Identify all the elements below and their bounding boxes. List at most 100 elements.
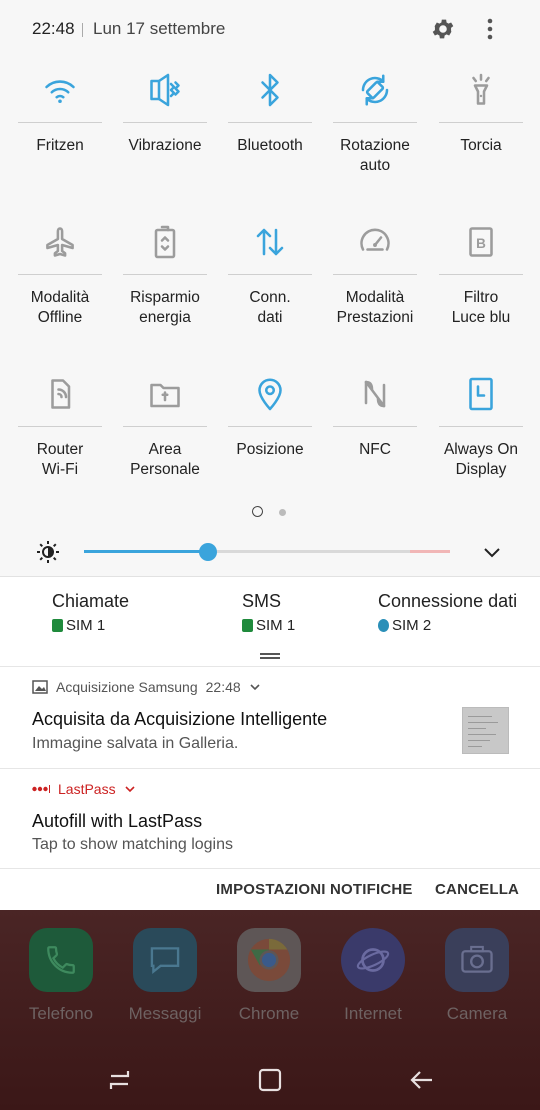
notification-actions: IMPOSTAZIONI NOTIFICHE CANCELLA: [0, 868, 540, 910]
notification-lastpass[interactable]: LastPass Autofill with LastPass Tap to s…: [0, 768, 540, 868]
quick-tile-always-on-display[interactable]: Always On Display: [431, 364, 531, 504]
tile-label: Risparmio energia: [130, 289, 200, 326]
tile-divider: [439, 122, 523, 123]
quick-tile-speedometer[interactable]: Modalità Prestazioni: [325, 212, 425, 352]
data-arrows-icon: [250, 222, 290, 262]
tile-label: Bluetooth: [237, 137, 303, 154]
clock: 22:48: [32, 19, 75, 38]
more-options-icon[interactable]: [478, 16, 502, 42]
quick-tile-blue-light-filter[interactable]: B Filtro Luce blu: [431, 212, 531, 352]
settings-gear-icon[interactable]: [430, 16, 456, 42]
home-button-icon[interactable]: [256, 1066, 284, 1094]
vibrate-icon: [145, 70, 185, 110]
tile-label: Always On Display: [443, 441, 519, 478]
dock-app-messaggi[interactable]: Messaggi: [129, 928, 201, 1024]
sim-data-title: Connessione dati: [378, 591, 518, 611]
brightness-slider-thumb[interactable]: [199, 543, 218, 561]
tile-divider: [333, 122, 417, 123]
tile-label: Conn. dati: [249, 289, 291, 326]
notification-header: LastPass: [32, 781, 136, 797]
tile-label: Router Wi-Fi: [36, 441, 84, 478]
sim-data-value: SIM 2: [392, 617, 432, 634]
svg-text:B: B: [476, 236, 486, 251]
quick-tile-airplane[interactable]: Modalità Offline: [10, 212, 110, 352]
sim-sms-value: SIM 1: [256, 617, 296, 634]
sim-sms[interactable]: SMS SIM 1: [242, 591, 295, 634]
lastpass-dots-icon: [32, 785, 50, 793]
tile-divider: [228, 122, 312, 123]
phone-sim-icon: [242, 619, 253, 632]
sim-data[interactable]: Connessione dati SIM 2: [378, 591, 517, 634]
chevron-down-icon[interactable]: [249, 682, 261, 692]
phone-icon: [29, 928, 93, 992]
tile-label: Vibrazione: [128, 137, 202, 154]
recent-apps-icon[interactable]: [106, 1066, 134, 1094]
tile-divider: [228, 426, 312, 427]
notification-text: Tap to show matching logins: [32, 836, 233, 853]
dock-app-telefono[interactable]: Telefono: [26, 928, 96, 1024]
app-label: Messaggi: [128, 1004, 202, 1023]
image-icon: [32, 680, 48, 694]
notification-app-name: Acquisizione Samsung: [56, 679, 198, 695]
page-dot-active: [252, 506, 263, 517]
globe-sim-icon: [378, 619, 389, 632]
dock-app-camera[interactable]: Camera: [442, 928, 512, 1024]
speedometer-icon: [355, 222, 395, 262]
nfc-icon: [355, 374, 395, 414]
brightness-slider-track[interactable]: [84, 550, 450, 553]
battery-saver-icon: [145, 222, 185, 262]
quick-tile-rotation[interactable]: Rotazione auto: [325, 60, 425, 200]
notification-settings-button[interactable]: IMPOSTAZIONI NOTIFICHE: [216, 881, 413, 898]
brightness-icon: [37, 541, 59, 563]
sim-calls-title: Chiamate: [52, 591, 130, 611]
app-label: Chrome: [238, 1004, 300, 1023]
always-on-display-icon: [461, 374, 501, 414]
quick-tile-wifi[interactable]: Fritzen: [10, 60, 110, 200]
tile-divider: [439, 426, 523, 427]
quick-tile-location-pin[interactable]: Posizione: [220, 364, 320, 504]
notification-time: 22:48: [205, 679, 241, 695]
tile-label: NFC: [359, 441, 391, 458]
tile-divider: [439, 274, 523, 275]
quick-tile-bluetooth[interactable]: Bluetooth: [220, 60, 320, 200]
tile-divider: [18, 274, 102, 275]
sim-calls-value: SIM 1: [66, 617, 106, 634]
status-bar: 22:48 Lun 17 settembre: [0, 0, 540, 60]
sim-calls[interactable]: Chiamate SIM 1: [52, 591, 129, 634]
quick-tile-nfc[interactable]: NFC: [325, 364, 425, 504]
quick-tile-secure-folder[interactable]: Area Personale: [115, 364, 215, 504]
tile-divider: [123, 122, 207, 123]
hotspot-icon: [40, 374, 80, 414]
drag-handle[interactable]: [260, 653, 280, 659]
back-arrow-icon[interactable]: [408, 1066, 436, 1094]
quick-tile-flashlight[interactable]: Torcia: [431, 60, 531, 200]
internet-planet-icon: [341, 928, 405, 992]
blue-light-filter-icon: B: [461, 222, 501, 262]
tile-divider: [333, 274, 417, 275]
secure-folder-icon: [145, 374, 185, 414]
tile-label: Torcia: [460, 137, 502, 154]
notification-text: Immagine salvata in Galleria.: [32, 735, 239, 752]
dock-app-chrome[interactable]: Chrome: [234, 928, 304, 1024]
clear-all-button[interactable]: CANCELLA: [435, 881, 519, 898]
quick-tile-hotspot[interactable]: Router Wi-Fi: [10, 364, 110, 504]
tile-label: Modalità Offline: [30, 289, 90, 326]
tile-label: Filtro Luce blu: [451, 289, 511, 326]
dock-app-internet[interactable]: Internet: [338, 928, 408, 1024]
brightness-warning-zone: [410, 550, 450, 553]
tile-divider: [18, 426, 102, 427]
quick-tile-data-arrows[interactable]: Conn. dati: [220, 212, 320, 352]
screenshot-thumbnail: [462, 707, 509, 754]
page-dot: [279, 509, 286, 516]
quick-tile-battery-saver[interactable]: Risparmio energia: [115, 212, 215, 352]
chevron-down-icon[interactable]: [482, 542, 502, 562]
tile-label: Posizione: [236, 441, 304, 458]
tile-divider: [123, 426, 207, 427]
notification-screenshot[interactable]: Acquisizione Samsung 22:48 Acquisita da …: [0, 666, 540, 768]
notification-title: Acquisita da Acquisizione Intelligente: [32, 709, 328, 729]
app-label: Internet: [344, 1004, 402, 1023]
chevron-down-icon[interactable]: [124, 784, 136, 794]
quick-tile-vibrate[interactable]: Vibrazione: [115, 60, 215, 200]
page-indicator: [0, 506, 540, 518]
flashlight-icon: [461, 70, 501, 110]
